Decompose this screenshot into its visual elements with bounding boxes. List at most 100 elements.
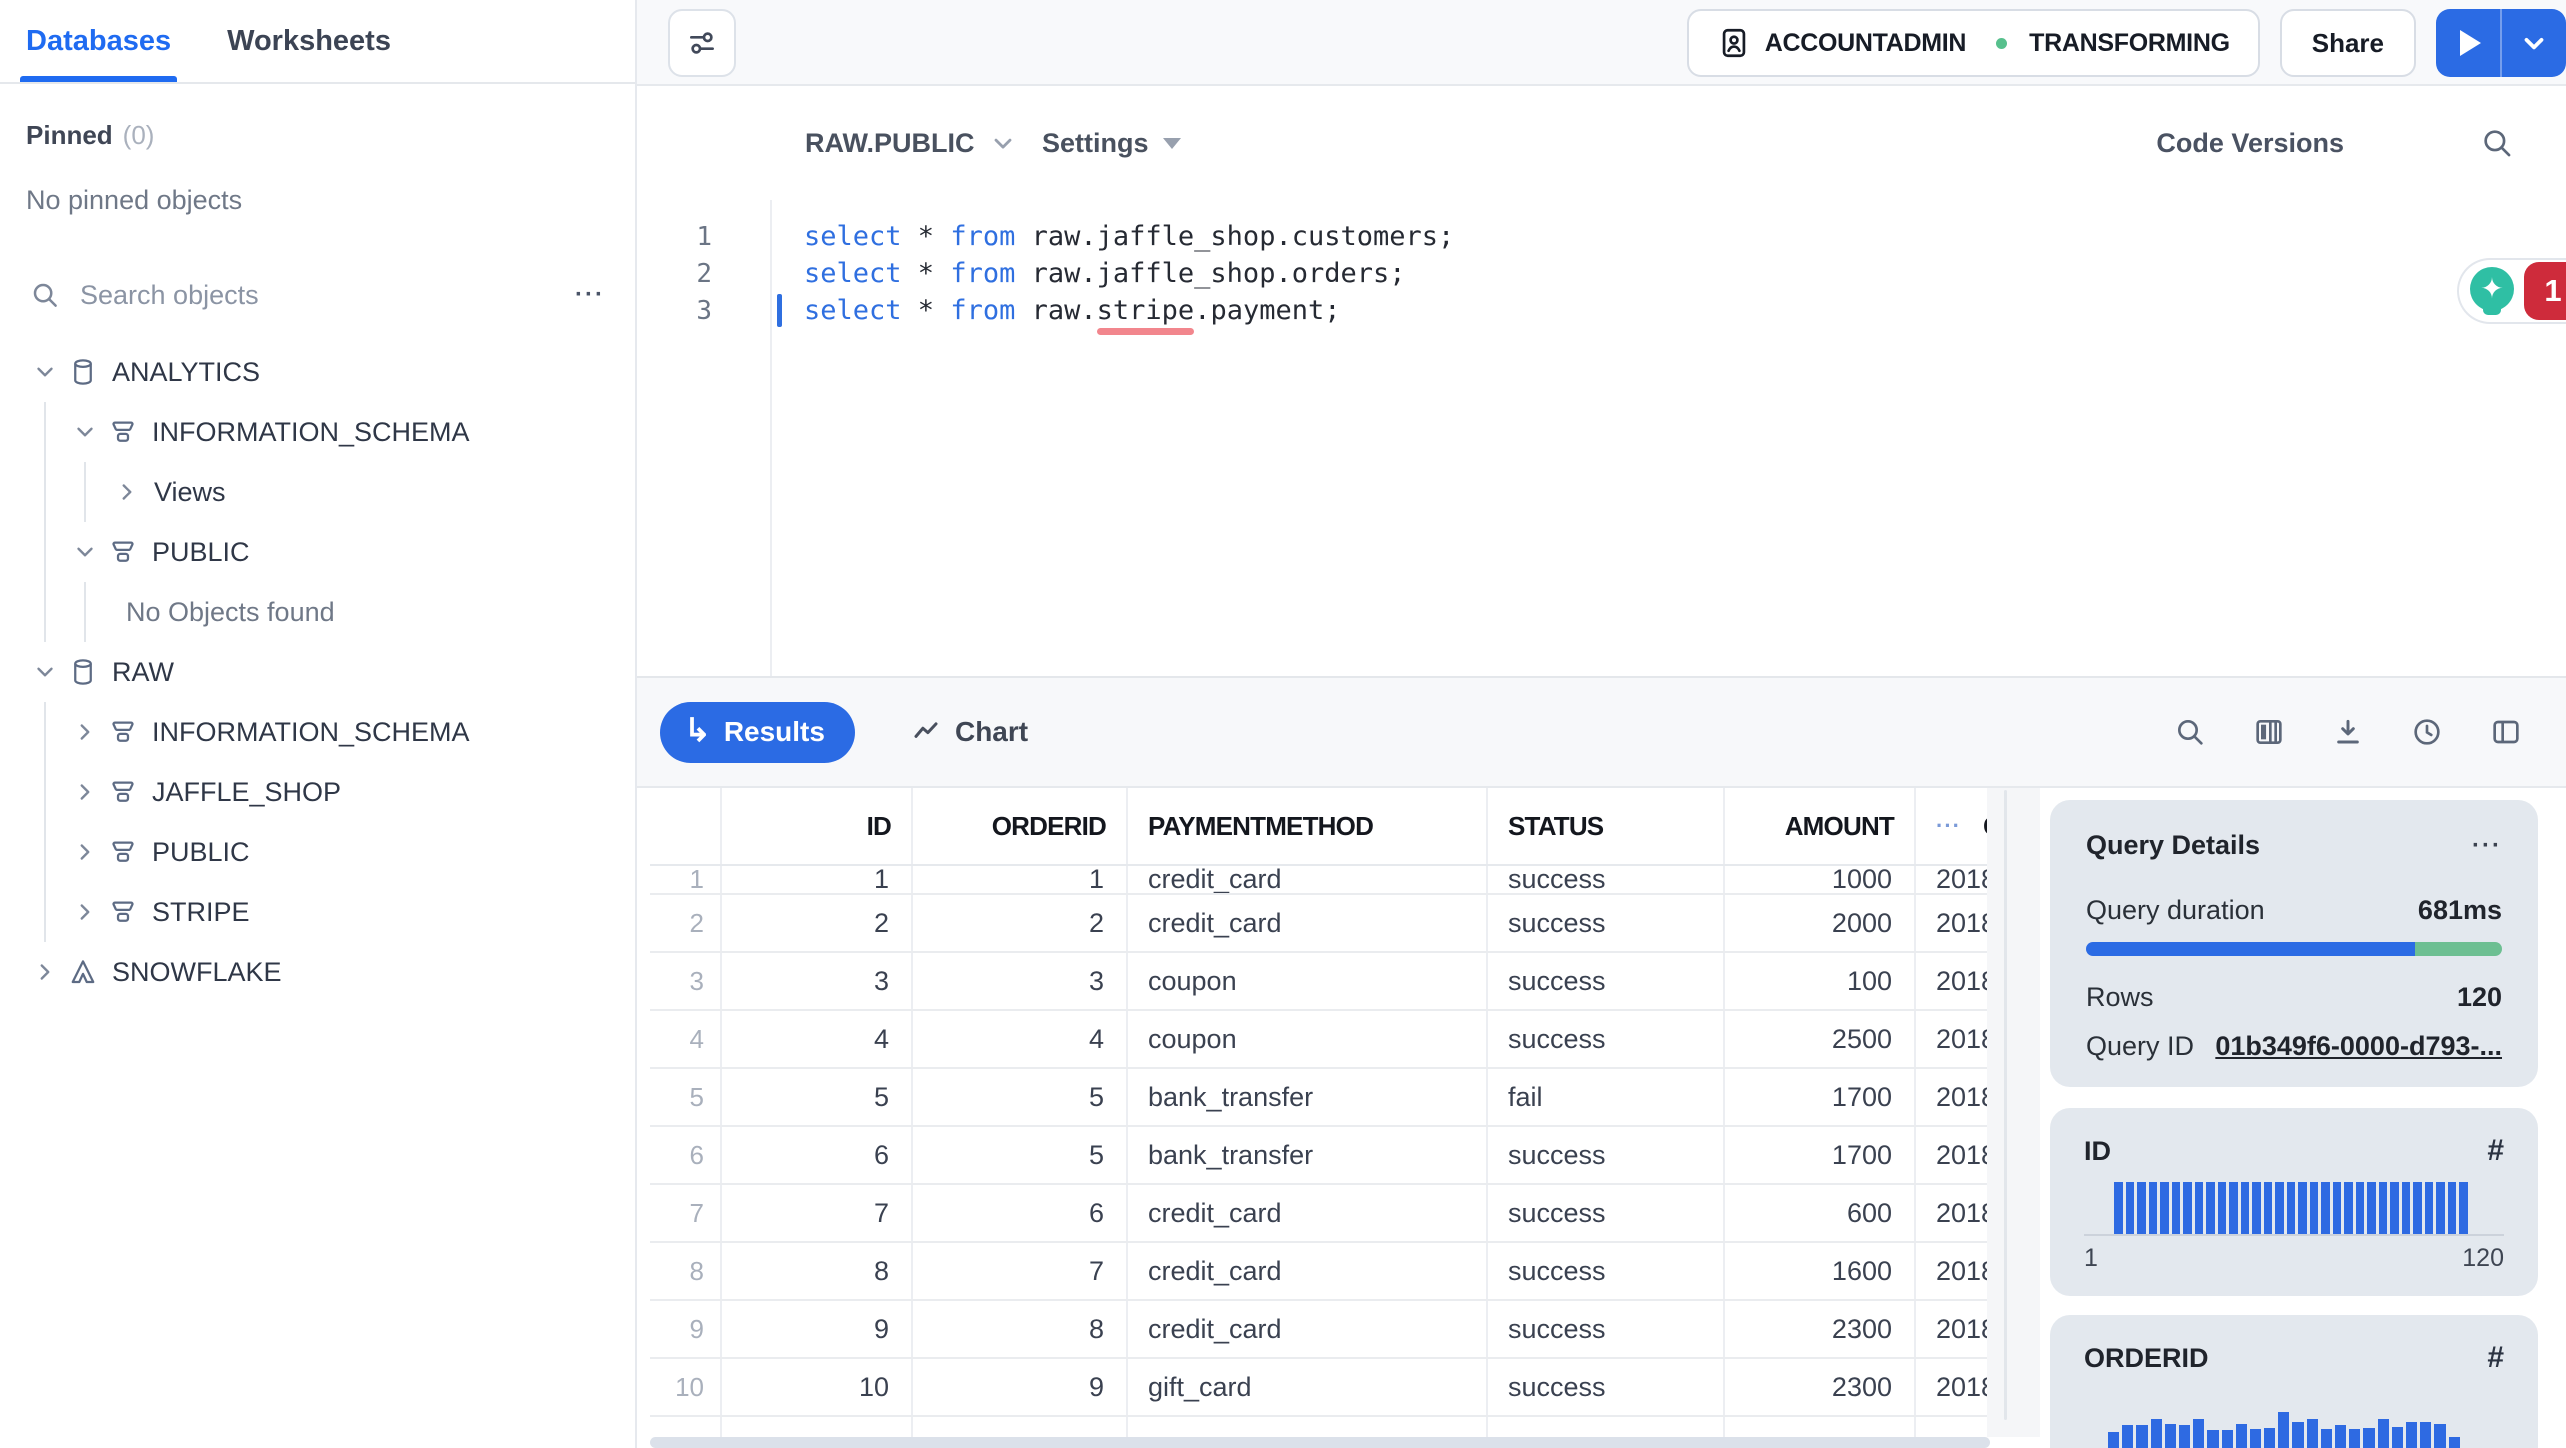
row-number-cell[interactable] bbox=[650, 1417, 722, 1437]
tree-item-information-schema[interactable]: INFORMATION_SCHEMA bbox=[0, 702, 635, 762]
table-cell[interactable] bbox=[722, 1417, 913, 1437]
row-number-cell[interactable]: 5 bbox=[650, 1069, 722, 1125]
database-context-selector[interactable]: RAW.PUBLIC bbox=[805, 128, 1017, 159]
chevron-down-icon[interactable] bbox=[70, 539, 100, 565]
column-header-orderid[interactable]: ORDERID bbox=[913, 788, 1128, 864]
table-cell[interactable]: success bbox=[1488, 1011, 1725, 1067]
table-cell[interactable]: 1 bbox=[722, 866, 913, 893]
table-cell[interactable]: 2018 bbox=[1916, 1243, 1987, 1299]
role-warehouse-selector[interactable]: ACCOUNTADMIN TRANSFORMING bbox=[1686, 9, 2260, 77]
table-cell[interactable]: 5 bbox=[722, 1069, 913, 1125]
code-versions-link[interactable]: Code Versions bbox=[2156, 128, 2344, 159]
table-cell[interactable]: 1600 bbox=[1725, 1243, 1916, 1299]
column-menu-dots-icon[interactable]: ··· bbox=[1936, 813, 1961, 839]
table-cell[interactable]: 4 bbox=[913, 1011, 1128, 1067]
table-cell[interactable]: 8 bbox=[722, 1243, 913, 1299]
table-cell[interactable]: 5 bbox=[913, 1127, 1128, 1183]
table-cell[interactable]: 4 bbox=[722, 1011, 913, 1067]
tree-item-public[interactable]: PUBLIC bbox=[0, 822, 635, 882]
table-cell[interactable]: success bbox=[1488, 1301, 1725, 1357]
copilot-suggestions-pill[interactable]: ✦ 1 bbox=[2457, 258, 2566, 324]
code-line-3[interactable]: 3 select * from raw.stripe.payment; bbox=[637, 292, 2566, 329]
chevron-right-icon[interactable] bbox=[70, 779, 100, 805]
table-cell[interactable]: coupon bbox=[1128, 953, 1488, 1009]
worksheet-options-button[interactable] bbox=[668, 9, 736, 77]
table-cell[interactable]: 2018 bbox=[1916, 895, 1987, 951]
sql-code-area[interactable]: 1 select * from raw.jaffle_shop.customers… bbox=[637, 218, 2566, 329]
table-cell[interactable]: success bbox=[1488, 1243, 1725, 1299]
row-number-cell[interactable]: 3 bbox=[650, 953, 722, 1009]
tree-item-raw[interactable]: RAW bbox=[0, 642, 635, 702]
table-cell[interactable]: 2500 bbox=[1725, 1011, 1916, 1067]
query-id-link[interactable]: 01b349f6-0000-d793-... bbox=[2215, 1031, 2502, 1062]
table-cell[interactable]: 100 bbox=[1725, 953, 1916, 1009]
table-cell[interactable]: 5 bbox=[913, 1069, 1128, 1125]
chevron-right-icon[interactable] bbox=[70, 899, 100, 925]
search-results-button[interactable] bbox=[2174, 716, 2206, 748]
table-cell[interactable]: 7 bbox=[913, 1243, 1128, 1299]
table-cell[interactable]: 9 bbox=[913, 1359, 1128, 1415]
search-input[interactable] bbox=[80, 279, 576, 311]
table-cell[interactable]: credit_card bbox=[1128, 866, 1488, 893]
table-cell[interactable]: credit_card bbox=[1128, 1301, 1488, 1357]
tree-item-information-schema[interactable]: INFORMATION_SCHEMA bbox=[0, 402, 635, 462]
table-cell[interactable]: credit_card bbox=[1128, 1185, 1488, 1241]
table-cell[interactable]: 3 bbox=[913, 953, 1128, 1009]
table-cell[interactable]: 2 bbox=[722, 895, 913, 951]
table-cell[interactable] bbox=[913, 1417, 1128, 1437]
table-cell[interactable]: 2018 bbox=[1916, 1301, 1987, 1357]
chevron-right-icon[interactable] bbox=[70, 719, 100, 745]
table-cell[interactable]: 1 bbox=[913, 866, 1128, 893]
table-cell[interactable]: 2300 bbox=[1725, 1301, 1916, 1357]
table-cell[interactable]: 600 bbox=[1725, 1185, 1916, 1241]
tab-databases[interactable]: Databases bbox=[19, 0, 178, 82]
row-number-cell[interactable]: 4 bbox=[650, 1011, 722, 1067]
table-cell[interactable]: 2018 bbox=[1916, 1011, 1987, 1067]
split-panel-button[interactable] bbox=[2490, 716, 2522, 748]
row-number-cell[interactable]: 9 bbox=[650, 1301, 722, 1357]
tree-item-jaffle-shop[interactable]: JAFFLE_SHOP bbox=[0, 762, 635, 822]
table-cell[interactable]: 6 bbox=[913, 1185, 1128, 1241]
table-cell[interactable]: 2000 bbox=[1725, 895, 1916, 951]
row-number-cell[interactable]: 8 bbox=[650, 1243, 722, 1299]
query-history-button[interactable] bbox=[2411, 716, 2443, 748]
table-cell[interactable]: success bbox=[1488, 1185, 1725, 1241]
chevron-down-icon[interactable] bbox=[70, 419, 100, 445]
column-header-id[interactable]: ID bbox=[722, 788, 913, 864]
query-details-menu-icon[interactable]: ··· bbox=[2472, 832, 2502, 860]
chevron-right-icon[interactable] bbox=[30, 959, 60, 985]
row-number-cell[interactable]: 1 bbox=[650, 866, 722, 893]
table-cell[interactable]: credit_card bbox=[1128, 1243, 1488, 1299]
row-number-cell[interactable]: 7 bbox=[650, 1185, 722, 1241]
hash-icon[interactable]: # bbox=[2487, 1341, 2504, 1375]
tree-item-stripe[interactable]: STRIPE bbox=[0, 882, 635, 942]
table-cell[interactable]: 2018 bbox=[1916, 1069, 1987, 1125]
table-cell[interactable]: bank_transfer bbox=[1128, 1069, 1488, 1125]
run-options-button[interactable] bbox=[2502, 9, 2566, 77]
table-cell[interactable]: credit_card bbox=[1128, 895, 1488, 951]
run-button[interactable] bbox=[2436, 9, 2500, 77]
table-cell[interactable]: 1700 bbox=[1725, 1127, 1916, 1183]
row-number-cell[interactable]: 6 bbox=[650, 1127, 722, 1183]
code-line-1[interactable]: 1 select * from raw.jaffle_shop.customers… bbox=[637, 218, 2566, 255]
table-cell[interactable]: 2018 bbox=[1916, 1127, 1987, 1183]
tree-item-analytics[interactable]: ANALYTICS bbox=[0, 342, 635, 402]
horizontal-scrollbar[interactable] bbox=[650, 1437, 1990, 1448]
editor-settings-dropdown[interactable]: Settings bbox=[1042, 128, 1181, 159]
table-cell[interactable]: coupon bbox=[1128, 1011, 1488, 1067]
column-header-created[interactable]: ···CREATED bbox=[1916, 788, 1987, 864]
table-cell[interactable]: fail bbox=[1488, 1069, 1725, 1125]
table-cell[interactable]: success bbox=[1488, 953, 1725, 1009]
table-cell[interactable]: 8 bbox=[913, 1301, 1128, 1357]
tab-chart[interactable]: Chart bbox=[911, 716, 1028, 748]
table-cell[interactable]: 7 bbox=[722, 1185, 913, 1241]
table-cell[interactable]: 1000 bbox=[1725, 866, 1916, 893]
chevron-down-icon[interactable] bbox=[30, 359, 60, 385]
column-header-status[interactable]: STATUS bbox=[1488, 788, 1725, 864]
hash-icon[interactable]: # bbox=[2487, 1134, 2504, 1168]
share-button[interactable]: Share bbox=[2279, 9, 2416, 77]
table-cell[interactable]: 6 bbox=[722, 1127, 913, 1183]
column-header-paymentmethod[interactable]: PAYMENTMETHOD bbox=[1128, 788, 1488, 864]
table-cell[interactable]: 10 bbox=[722, 1359, 913, 1415]
table-cell[interactable] bbox=[1128, 1417, 1488, 1437]
